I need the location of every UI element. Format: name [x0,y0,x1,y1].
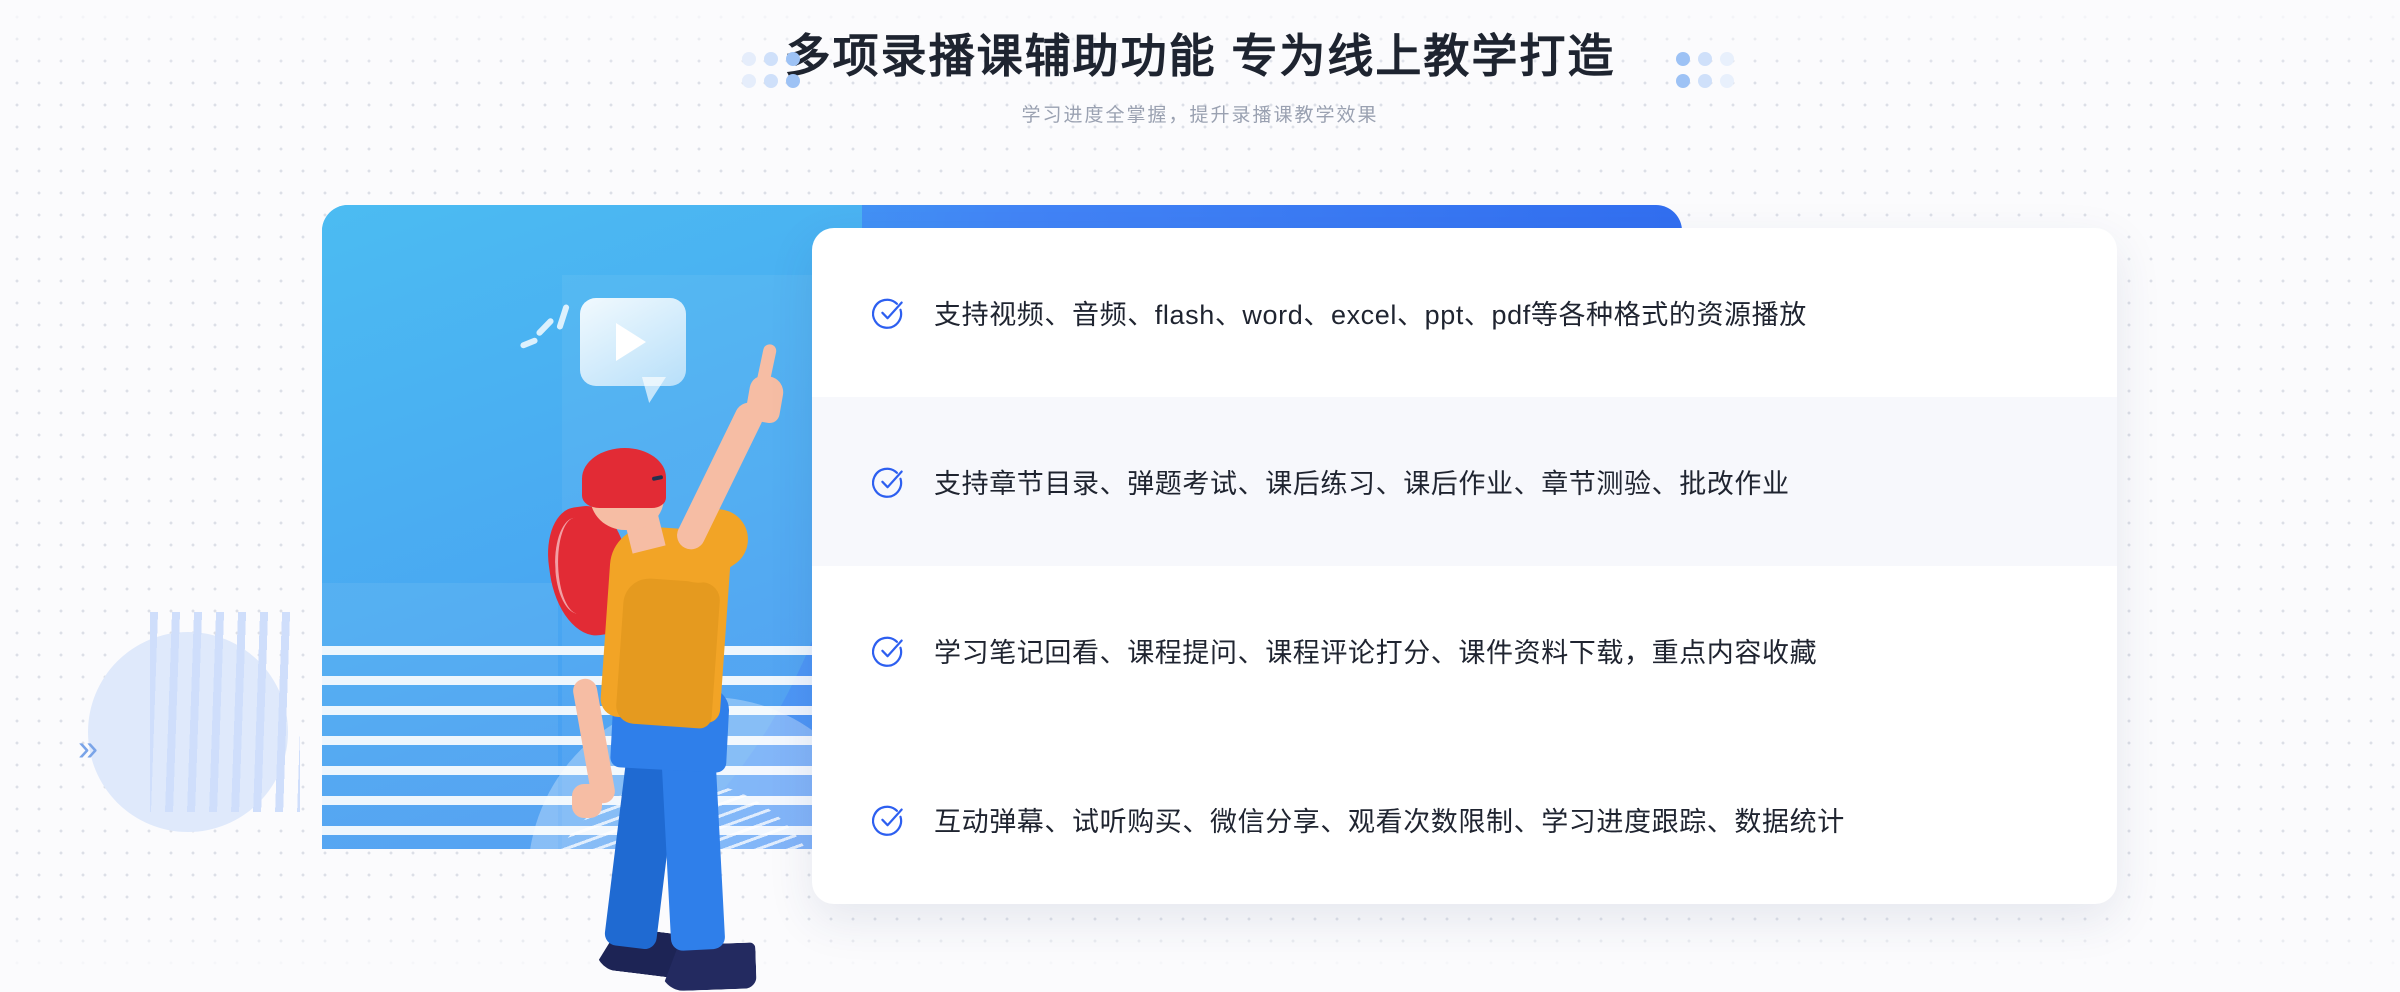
dot [1698,74,1712,88]
feature-text: 支持视频、音频、flash、word、excel、ppt、pdf等各种格式的资源… [934,300,1807,330]
feature-text: 学习笔记回看、课程提问、课程评论打分、课件资料下载，重点内容收藏 [934,638,1818,668]
feature-card: 支持视频、音频、flash、word、excel、ppt、pdf等各种格式的资源… [812,228,2117,904]
check-circle-icon [872,805,903,836]
dot [786,52,800,66]
dot [764,52,778,66]
dot [786,74,800,88]
dot [1676,52,1690,66]
check-circle-icon [872,467,903,498]
decorative-dot-cluster-right [1676,52,1738,92]
feature-text: 支持章节目录、弹题考试、课后练习、课后作业、章节测验、批改作业 [934,469,1790,499]
feature-row[interactable]: 支持视频、音频、flash、word、excel、ppt、pdf等各种格式的资源… [812,228,2117,397]
dot [742,74,756,88]
feature-row[interactable]: 学习笔记回看、课程提问、课程评论打分、课件资料下载，重点内容收藏 [812,566,2117,735]
hand-lower [572,784,602,818]
page-subtitle: 学习进度全掌握，提升录播课教学效果 [1021,104,1379,126]
play-bubble [580,298,686,386]
content-stage: » « [0,0,2400,974]
chevron-double-right-icon: » [78,727,99,768]
feature-row[interactable]: 互动弹幕、试听购买、微信分享、观看次数限制、学习进度跟踪、数据统计 [812,735,2117,904]
decorative-stripes-outer [150,612,300,812]
dot [1720,74,1734,88]
torso-shade [615,576,721,730]
illustration-figure [430,280,830,960]
feature-text: 互动弹幕、试听购买、微信分享、观看次数限制、学习进度跟踪、数据统计 [934,807,1845,837]
check-circle-icon [872,636,903,667]
dot [742,52,756,66]
page-header: 多项录播课辅助功能 专为线上教学打造 学习进度全掌握，提升录播课教学效果 [0,0,2400,127]
dot [1698,52,1712,66]
dot [1720,52,1734,66]
play-icon [616,323,646,361]
check-circle-icon [872,298,903,329]
decorative-dot-cluster-left [742,52,804,92]
dot [764,74,778,88]
page-title: 多项录播课辅助功能 专为线上教学打造 [784,30,1616,82]
dot [1676,74,1690,88]
feature-row[interactable]: 支持章节目录、弹题考试、课后练习、课后作业、章节测验、批改作业 [812,397,2117,566]
